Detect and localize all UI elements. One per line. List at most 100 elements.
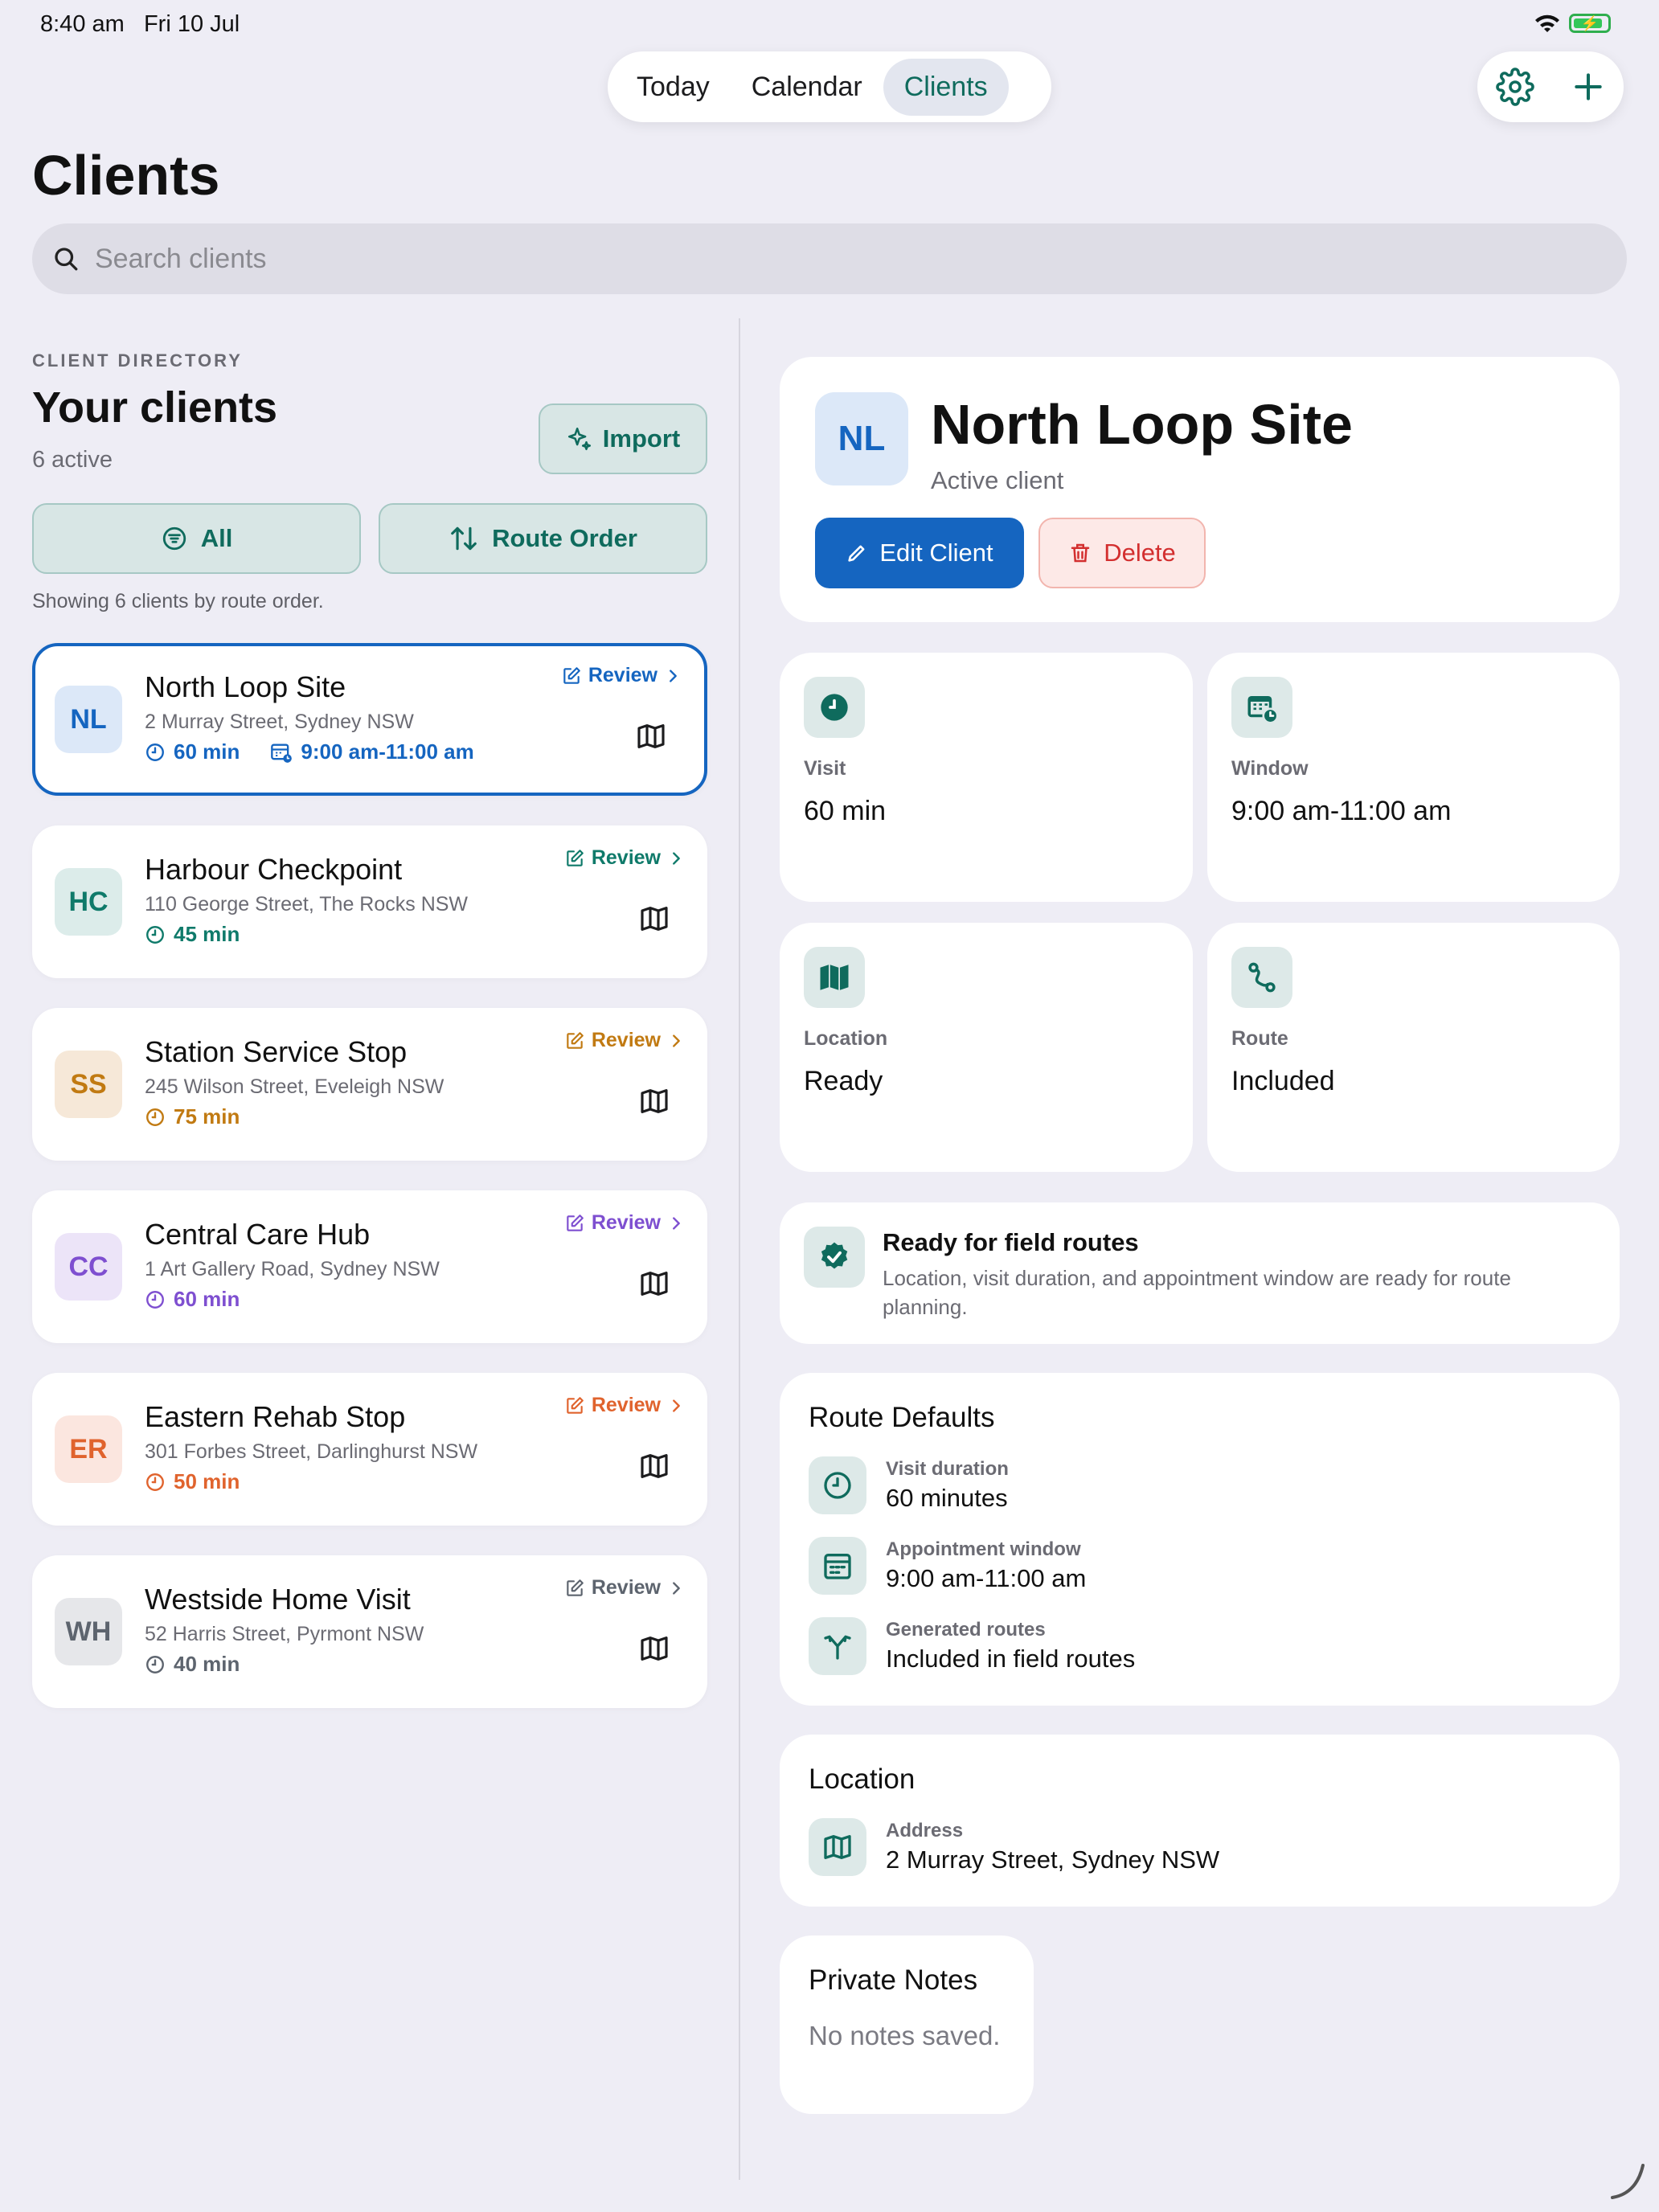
map-icon[interactable] [638, 1450, 670, 1482]
client-card[interactable]: ER Eastern Rehab Stop 301 Forbes Street,… [32, 1373, 707, 1526]
gear-icon[interactable] [1495, 68, 1534, 106]
detail-status: Active client [931, 466, 1064, 494]
import-button[interactable]: Import [539, 403, 707, 474]
map-icon [804, 947, 865, 1008]
page-title: Clients [32, 144, 220, 207]
showing-caption: Showing 6 clients by route order. [32, 590, 324, 612]
appointment-window-row: Appointment window 9:00 am-11:00 am [809, 1537, 1086, 1595]
client-address: 52 Harris Street, Pyrmont NSW [145, 1623, 424, 1645]
map-icon[interactable] [638, 1632, 670, 1665]
resize-handle-icon [1611, 2164, 1645, 2199]
tab-today[interactable]: Today [616, 59, 731, 116]
wifi-icon [1535, 14, 1559, 32]
client-address: 2 Murray Street, Sydney NSW [145, 711, 414, 733]
review-link[interactable]: Review [564, 1029, 685, 1052]
main-tab-bar: Today Calendar Clients [608, 51, 1051, 122]
edit-square-icon [567, 1214, 584, 1231]
stat-window-value: 9:00 am-11:00 am [1231, 796, 1452, 826]
review-link[interactable]: Review [564, 1576, 685, 1600]
search-icon [55, 248, 78, 271]
client-duration: 75 min [174, 1104, 240, 1129]
clock-icon [804, 677, 865, 738]
map-icon[interactable] [638, 903, 670, 935]
chevron-right-icon [673, 851, 680, 865]
chevron-right-icon [673, 1216, 680, 1230]
map-icon[interactable] [638, 1085, 670, 1117]
merge-arrows-icon [809, 1617, 866, 1675]
client-card[interactable]: NL North Loop Site 2 Murray Street, Sydn… [32, 643, 707, 796]
stat-visit-value: 60 min [804, 796, 887, 826]
calendar-clock-icon [1231, 677, 1292, 738]
plus-icon[interactable] [1571, 69, 1606, 104]
tab-calendar[interactable]: Calendar [731, 59, 883, 116]
stat-card-visit: Visit 60 min [780, 653, 1193, 902]
filter-list-icon [162, 526, 186, 551]
chevron-right-icon [670, 669, 677, 682]
client-meta: 45 min [145, 922, 240, 947]
clock-icon [809, 1456, 866, 1514]
clock-icon [146, 743, 164, 761]
client-duration: 45 min [174, 922, 240, 946]
client-list: NL North Loop Site 2 Murray Street, Sydn… [32, 643, 707, 1738]
clock-icon [146, 1655, 164, 1673]
clock-icon [146, 1290, 164, 1309]
toolbar-actions [1477, 51, 1624, 122]
client-name: Station Service Stop [145, 1035, 408, 1068]
notes-empty-text: No notes saved. [809, 2021, 1001, 2050]
client-meta: 50 min [145, 1469, 240, 1494]
client-avatar: HC [55, 868, 122, 936]
stat-location-value: Ready [804, 1066, 883, 1096]
client-avatar: ER [55, 1415, 122, 1483]
edit-square-icon [567, 1579, 584, 1596]
address-label: Address [886, 1820, 964, 1841]
chevron-right-icon [673, 1034, 680, 1047]
route-order-button[interactable]: Route Order [379, 503, 707, 574]
battery-icon: ⚡ [1569, 14, 1611, 33]
client-address: 301 Forbes Street, Darlinghurst NSW [145, 1440, 478, 1463]
review-link[interactable]: Review [561, 664, 682, 687]
client-name: North Loop Site [145, 670, 346, 703]
client-card[interactable]: CC Central Care Hub 1 Art Gallery Road, … [32, 1190, 707, 1343]
tab-clients[interactable]: Clients [883, 58, 1009, 116]
review-link[interactable]: Review [564, 846, 685, 870]
edit-square-icon [567, 1031, 584, 1049]
clock-icon [146, 925, 164, 944]
private-notes-card: Private Notes No notes saved. [780, 1936, 1034, 2114]
visit-duration-value: 60 minutes [886, 1484, 1008, 1512]
search-bar[interactable] [32, 223, 1627, 294]
client-name: Harbour Checkpoint [145, 853, 403, 886]
verified-badge-icon [804, 1227, 865, 1288]
client-window: 9:00 am-11:00 am [301, 739, 474, 764]
sparkle-icon [567, 427, 591, 451]
review-link[interactable]: Review [564, 1211, 685, 1235]
filter-all-button[interactable]: All [32, 503, 361, 574]
client-duration: 60 min [174, 739, 240, 764]
client-card[interactable]: HC Harbour Checkpoint 110 George Street,… [32, 825, 707, 978]
client-duration: 50 min [174, 1469, 240, 1493]
map-icon[interactable] [635, 720, 667, 752]
review-label: Review [591, 1576, 661, 1599]
client-avatar: CC [55, 1233, 122, 1301]
clock-icon [146, 1108, 164, 1126]
delete-button[interactable]: Delete [1038, 518, 1206, 588]
edit-square-icon [567, 1396, 584, 1414]
stat-location-label: Location [804, 1027, 888, 1050]
edit-square-icon [567, 849, 584, 866]
filter-all-label: All [200, 524, 233, 552]
client-avatar: WH [55, 1598, 122, 1665]
map-icon[interactable] [638, 1268, 670, 1300]
client-card[interactable]: SS Station Service Stop 245 Wilson Stree… [32, 1008, 707, 1161]
review-link[interactable]: Review [564, 1394, 685, 1417]
route-icon [1231, 947, 1292, 1008]
address-row: Address 2 Murray Street, Sydney NSW [809, 1818, 1219, 1876]
detail-name: North Loop Site [931, 393, 1353, 456]
client-card[interactable]: WH Westside Home Visit 52 Harris Street,… [32, 1555, 707, 1708]
search-input[interactable] [95, 243, 1542, 275]
clock-icon [146, 1473, 164, 1491]
client-name: Westside Home Visit [145, 1583, 411, 1616]
edit-client-button[interactable]: Edit Client [815, 518, 1024, 588]
visit-duration-label: Visit duration [886, 1458, 1009, 1480]
client-duration: 40 min [174, 1652, 240, 1676]
location-card: Location Address 2 Murray Street, Sydney … [780, 1735, 1620, 1907]
stat-card-location: Location Ready [780, 923, 1193, 1172]
